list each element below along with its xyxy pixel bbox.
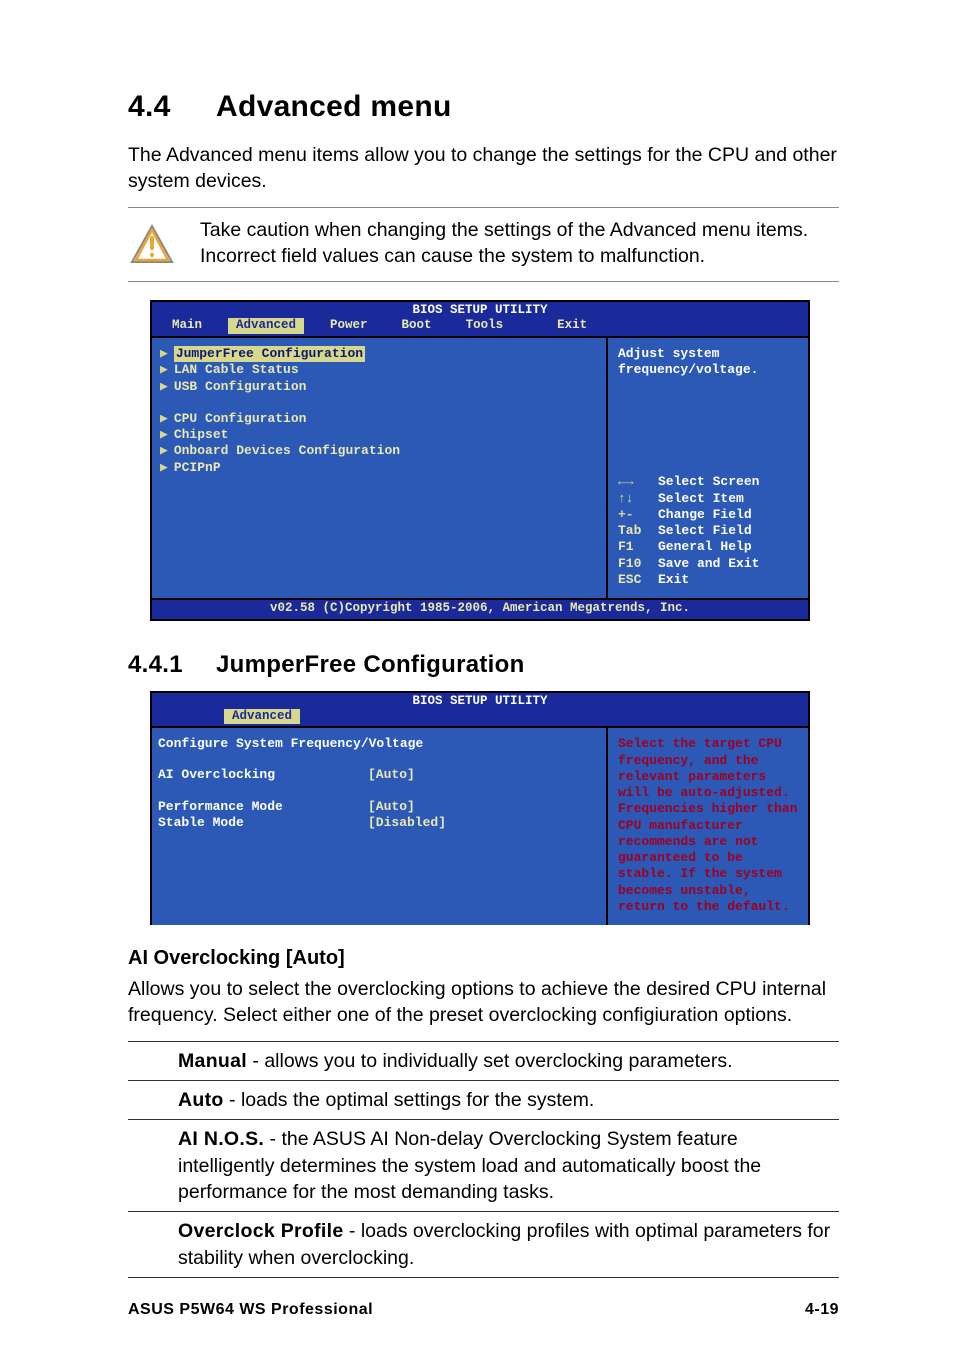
menu-pcipnp: ▶PCIPnP — [158, 460, 596, 476]
nav-desc: Change Field — [658, 507, 752, 523]
bios-tab-boot: Boot — [394, 318, 440, 334]
setting-name: AI Overclocking — [158, 767, 368, 783]
bios-tab-bar: Advanced — [152, 709, 808, 727]
submenu-arrow-icon: ▶ — [160, 427, 168, 443]
setting-heading-value: [Auto] — [286, 947, 345, 969]
bios-tab-tools: Tools — [458, 318, 512, 334]
submenu-arrow-icon: ▶ — [160, 411, 168, 427]
menu-jumperfree-configuration: ▶JumperFree Configuration — [158, 346, 596, 362]
nav-desc: General Help — [658, 539, 752, 555]
bios-main-pane: ▶JumperFree Configuration ▶LAN Cable Sta… — [152, 338, 608, 598]
nav-key: F10 — [618, 556, 648, 572]
setting-heading-name: AI Overclocking — [128, 947, 280, 969]
subsection-heading: 4.4.1JumperFree Configuration — [128, 651, 839, 679]
menu-usb-configuration: ▶USB Configuration — [158, 379, 596, 395]
setting-heading: AI Overclocking [Auto] — [128, 947, 839, 970]
page-footer: ASUS P5W64 WS Professional 4-19 — [128, 1301, 839, 1319]
nav-key: ←→ — [618, 474, 648, 490]
bios-help-text: Adjust system frequency/voltage. — [618, 346, 798, 379]
bios-help-pane: Select the target CPU frequency, and the… — [608, 728, 808, 925]
bios-pane-heading: Configure System Frequency/Voltage — [158, 736, 596, 752]
option-name: Auto — [178, 1089, 224, 1111]
option-text: - loads the optimal settings for the sys… — [224, 1089, 595, 1111]
setting-ai-overclocking: AI Overclocking [Auto] — [158, 767, 596, 783]
setting-value: [Auto] — [368, 799, 415, 815]
subsection-number: 4.4.1 — [128, 651, 216, 679]
footer-product-name: ASUS P5W64 WS Professional — [128, 1301, 373, 1319]
option-name: Manual — [178, 1050, 247, 1072]
option-text: - allows you to individually set overclo… — [247, 1050, 733, 1072]
section-title-text: Advanced menu — [216, 90, 452, 123]
submenu-arrow-icon: ▶ — [160, 362, 168, 378]
setting-performance-mode: Performance Mode [Auto] — [158, 799, 596, 815]
bios-title: BIOS SETUP UTILITY — [152, 693, 808, 709]
options-list: Manual - allows you to individually set … — [128, 1041, 839, 1278]
bios-screenshot-jumperfree: BIOS SETUP UTILITY Advanced Configure Sy… — [150, 691, 810, 925]
nav-desc: Select Field — [658, 523, 752, 539]
setting-name: Performance Mode — [158, 799, 368, 815]
bios-title: BIOS SETUP UTILITY — [152, 302, 808, 318]
bios-tab-main: Main — [164, 318, 210, 334]
nav-key: Tab — [618, 523, 648, 539]
setting-stable-mode: Stable Mode [Disabled] — [158, 815, 596, 831]
setting-description: Allows you to select the overclocking op… — [128, 976, 839, 1029]
caution-callout: Take caution when changing the settings … — [128, 207, 839, 283]
section-heading: 4.4Advanced menu — [128, 90, 839, 124]
setting-name: Stable Mode — [158, 815, 368, 831]
setting-value: [Disabled] — [368, 815, 446, 831]
option-overclock-profile: Overclock Profile - loads overclocking p… — [128, 1211, 839, 1278]
bios-help-text: Select the target CPU frequency, and the… — [618, 736, 798, 915]
submenu-arrow-icon: ▶ — [160, 443, 168, 459]
subsection-title-text: JumperFree Configuration — [216, 651, 525, 678]
bios-main-pane: Configure System Frequency/Voltage AI Ov… — [152, 728, 608, 925]
bios-tab-power: Power — [322, 318, 376, 334]
footer-page-number: 4-19 — [805, 1301, 839, 1319]
option-auto: Auto - loads the optimal settings for th… — [128, 1080, 839, 1119]
menu-cpu-configuration: ▶CPU Configuration — [158, 411, 596, 427]
bios-copyright-footer: v02.58 (C)Copyright 1985-2006, American … — [152, 598, 808, 619]
nav-key: ↑↓ — [618, 491, 648, 507]
warning-icon — [130, 224, 174, 264]
bios-tab-bar: Main Advanced Power Boot Tools Exit — [152, 318, 808, 336]
nav-desc: Exit — [658, 572, 689, 588]
submenu-arrow-icon: ▶ — [160, 346, 168, 362]
bios-tab-advanced: Advanced — [224, 709, 300, 725]
option-name: Overclock Profile — [178, 1220, 344, 1242]
bios-nav-help: ←→ Select Screen ↑↓ Select Item +- Change F… — [618, 424, 798, 588]
nav-key: F1 — [618, 539, 648, 555]
submenu-arrow-icon: ▶ — [160, 379, 168, 395]
nav-key: ESC — [618, 572, 648, 588]
menu-onboard-devices-configuration: ▶Onboard Devices Configuration — [158, 443, 596, 459]
option-name: AI N.O.S. — [178, 1128, 264, 1150]
nav-desc: Save and Exit — [658, 556, 759, 572]
bios-tab-advanced: Advanced — [228, 318, 304, 334]
bios-help-pane: Adjust system frequency/voltage. ←→ Selec… — [608, 338, 808, 598]
nav-desc: Select Item — [658, 491, 744, 507]
bios-tab-exit: Exit — [549, 318, 595, 334]
option-text: - the ASUS AI Non-delay Overclocking Sys… — [178, 1128, 761, 1203]
menu-lan-cable-status: ▶LAN Cable Status — [158, 362, 596, 378]
option-manual: Manual - allows you to individually set … — [128, 1041, 839, 1080]
bios-screenshot-advanced-menu: BIOS SETUP UTILITY Main Advanced Power B… — [150, 300, 810, 620]
caution-text: Take caution when changing the settings … — [200, 218, 839, 270]
section-number: 4.4 — [128, 90, 216, 124]
nav-key: +- — [618, 507, 648, 523]
nav-desc: Select Screen — [658, 474, 759, 490]
intro-paragraph: The Advanced menu items allow you to cha… — [128, 142, 839, 195]
option-ai-nos: AI N.O.S. - the ASUS AI Non-delay Overcl… — [128, 1119, 839, 1211]
submenu-arrow-icon: ▶ — [160, 460, 168, 476]
menu-chipset: ▶Chipset — [158, 427, 596, 443]
setting-value: [Auto] — [368, 767, 415, 783]
